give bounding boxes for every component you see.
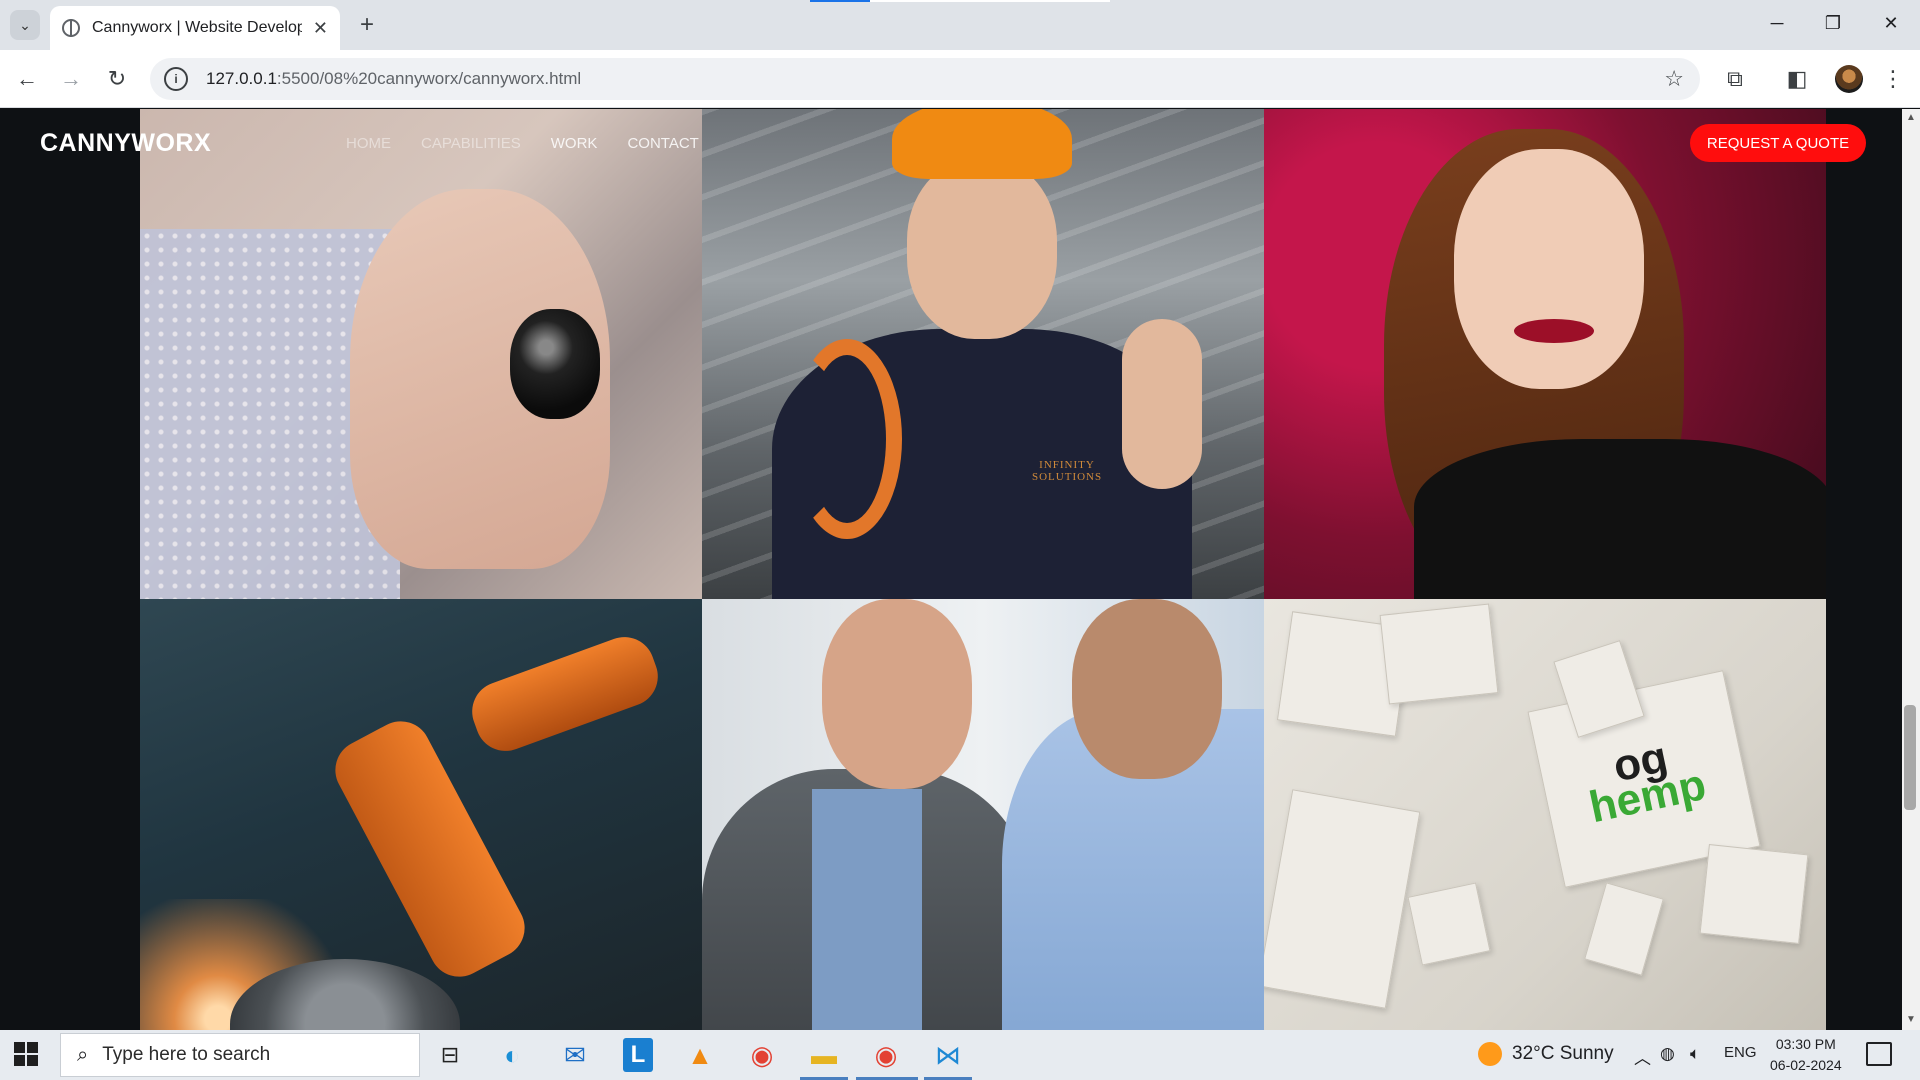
scroll-down-arrow-icon[interactable]: ▼ xyxy=(1904,1014,1918,1028)
mail-icon[interactable]: ✉ xyxy=(557,1038,593,1072)
menu-kebab-icon[interactable]: ⋮ xyxy=(1878,64,1908,94)
url-path: :5500/08%20cannyworx/cannyworx.html xyxy=(276,69,582,88)
scroll-up-arrow-icon[interactable]: ▲ xyxy=(1904,112,1918,126)
tab-search-chevron-icon[interactable]: ⌄ xyxy=(10,10,40,40)
gallery-tile-jewelry[interactable] xyxy=(140,109,702,599)
gallery-tile-worker[interactable]: INFINITY SOLUTIONS xyxy=(702,109,1264,599)
l-app-icon[interactable]: L xyxy=(623,1038,653,1072)
site-logo[interactable]: CANNYWORX xyxy=(40,129,211,158)
sun-icon xyxy=(1478,1042,1502,1066)
address-bar[interactable]: i 127.0.0.1:5500/08%20cannyworx/cannywor… xyxy=(150,58,1700,100)
request-quote-button[interactable]: REQUEST A QUOTE xyxy=(1690,124,1866,162)
uniform-badge: INFINITY SOLUTIONS xyxy=(1032,459,1103,483)
tab-strip: ⌄ Cannyworx | Website Developm ✕ + ─ ❐ ✕ xyxy=(0,0,1920,50)
vscode-icon[interactable]: ⋈ xyxy=(930,1038,966,1072)
profile-avatar[interactable] xyxy=(1835,65,1863,93)
site-info-icon[interactable]: i xyxy=(164,67,188,91)
windows-taskbar: ⌕ Type here to search ⊟ ◐ ✉ L ▲ ◉ ▬ ◉ ⋈ … xyxy=(0,1030,1920,1080)
clock-date: 06-02-2024 xyxy=(1770,1057,1842,1073)
minimize-button[interactable]: ─ xyxy=(1752,8,1802,38)
man1-head xyxy=(822,599,972,789)
edge-icon[interactable]: ◐ xyxy=(494,1038,530,1072)
ring-shape xyxy=(510,309,600,419)
system-clock[interactable]: 03:30 PM 06-02-2024 xyxy=(1770,1034,1842,1076)
restore-button[interactable]: ❐ xyxy=(1808,8,1858,38)
gallery-tile-robot[interactable] xyxy=(140,599,702,1030)
url-text[interactable]: 127.0.0.1:5500/08%20cannyworx/cannyworx.… xyxy=(206,69,581,89)
worker-rope xyxy=(792,339,902,539)
hemp-box-small xyxy=(1699,844,1809,944)
close-window-button[interactable]: ✕ xyxy=(1866,8,1916,38)
close-tab-icon[interactable]: ✕ xyxy=(313,18,328,39)
forward-arrow-icon[interactable]: → xyxy=(56,64,86,94)
man1-shirt xyxy=(812,789,922,1030)
page-viewport: INFINITY SOLUTIONS og hemp CANNYWORX HOM… xyxy=(0,109,1920,1030)
url-host: 127.0.0.1 xyxy=(206,69,277,88)
worker-face xyxy=(907,159,1057,339)
search-icon: ⌕ xyxy=(77,1043,89,1066)
notification-icon[interactable] xyxy=(1866,1042,1892,1066)
vlc-icon[interactable]: ▲ xyxy=(682,1038,718,1072)
file-explorer-icon[interactable]: ▬ xyxy=(806,1038,842,1072)
worker-thumb xyxy=(1122,319,1202,489)
loading-track xyxy=(870,0,1110,2)
gallery-tile-woman[interactable] xyxy=(1264,109,1826,599)
clock-time: 03:30 PM xyxy=(1775,1036,1836,1052)
task-view-icon[interactable]: ⊟ xyxy=(432,1038,468,1072)
tray-chevron-up-icon[interactable]: ︿ xyxy=(1634,1044,1651,1069)
bookmark-star-icon[interactable]: ☆ xyxy=(1664,66,1684,92)
hemp-bag-2 xyxy=(1379,603,1499,705)
robot-arm-upper xyxy=(463,628,667,760)
weather-widget[interactable]: 32°C Sunny xyxy=(1478,1042,1614,1066)
nav-contact[interactable]: CONTACT xyxy=(627,135,698,152)
taskbar-search-box[interactable]: ⌕ Type here to search xyxy=(60,1033,420,1077)
hemp-box-left xyxy=(1264,789,1421,1009)
back-arrow-icon[interactable]: ← xyxy=(12,64,42,94)
side-panel-icon[interactable]: ◧ xyxy=(1782,64,1812,94)
browser-toolbar: ← → ↻ i 127.0.0.1:5500/08%20cannyworx/ca… xyxy=(0,50,1920,108)
scrollbar-thumb[interactable] xyxy=(1904,705,1916,810)
chrome-profile-icon[interactable]: ◉ xyxy=(868,1038,904,1072)
extensions-puzzle-icon[interactable]: ⧉ xyxy=(1720,64,1750,94)
page-scrollbar[interactable] xyxy=(1902,109,1920,1030)
nav-capabilities[interactable]: CAPABILITIES xyxy=(421,135,521,152)
nav-home[interactable]: HOME xyxy=(346,135,391,152)
chrome-icon[interactable]: ◉ xyxy=(744,1038,780,1072)
weather-text: 32°C Sunny xyxy=(1512,1043,1614,1064)
network-globe-icon[interactable]: ◍ xyxy=(1660,1044,1675,1064)
search-placeholder: Type here to search xyxy=(102,1044,271,1065)
nav-work[interactable]: WORK xyxy=(551,135,598,152)
woman-lips xyxy=(1514,319,1594,343)
language-indicator[interactable]: ENG xyxy=(1724,1044,1757,1061)
hemp-tag-2 xyxy=(1407,882,1491,966)
woman-face xyxy=(1454,149,1644,389)
work-gallery: INFINITY SOLUTIONS og hemp xyxy=(140,109,1827,1030)
windows-start-icon[interactable] xyxy=(14,1042,38,1066)
site-nav: HOME CAPABILITIES WORK CONTACT xyxy=(346,135,699,152)
new-tab-button[interactable]: + xyxy=(352,10,382,40)
man2-head xyxy=(1072,599,1222,779)
volume-icon[interactable]: 🔈︎ xyxy=(1690,1044,1700,1064)
hemp-tag-3 xyxy=(1584,882,1664,976)
og-hemp-brand-bottom: hemp xyxy=(1585,759,1711,833)
globe-icon xyxy=(62,19,80,37)
reload-icon[interactable]: ↻ xyxy=(102,64,132,94)
gallery-tile-handshake[interactable] xyxy=(702,599,1264,1030)
site-header: CANNYWORX HOME CAPABILITIES WORK CONTACT… xyxy=(0,109,1920,181)
browser-tab-active[interactable]: Cannyworx | Website Developm ✕ xyxy=(50,6,340,50)
woman-top xyxy=(1414,439,1826,599)
tab-title: Cannyworx | Website Developm xyxy=(92,19,302,36)
gallery-tile-og-hemp[interactable]: og hemp xyxy=(1264,599,1826,1030)
loading-indicator xyxy=(810,0,870,2)
